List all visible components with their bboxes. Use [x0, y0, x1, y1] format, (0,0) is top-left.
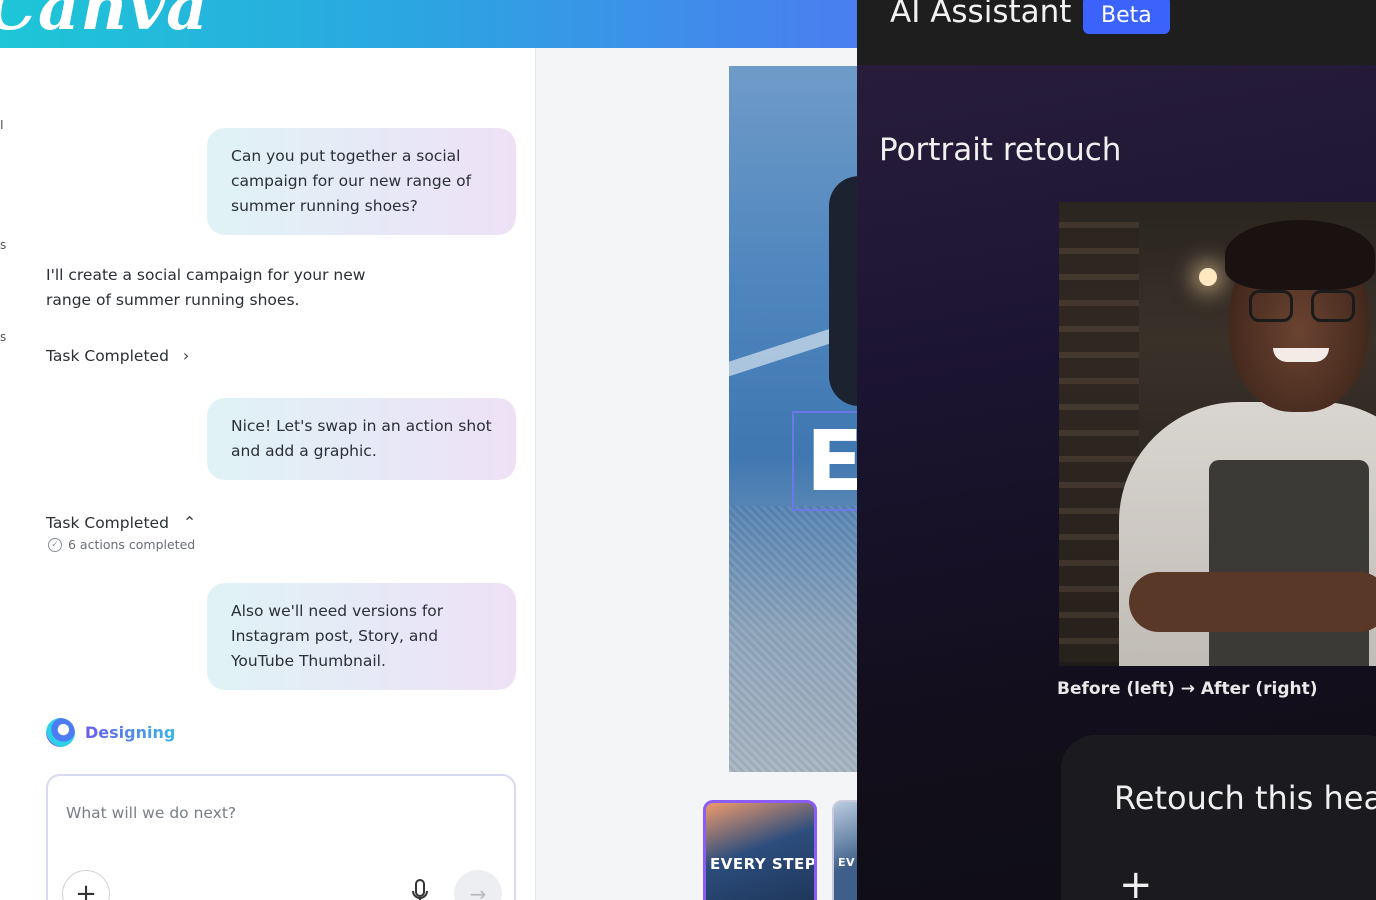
- check-circle-icon: ✓: [48, 537, 62, 552]
- thumbnail-title: EVERY STEP: [710, 855, 817, 873]
- track-texture: [729, 506, 857, 772]
- prompt-text: Retouch this head: [1114, 779, 1376, 817]
- user-message: Can you put together a social campaign f…: [207, 128, 516, 235]
- selected-text-element[interactable]: E: [792, 411, 857, 511]
- assistant-header: AI Assistant Beta: [857, 0, 1376, 65]
- portrait-image[interactable]: [1059, 202, 1376, 666]
- arrow-right-icon: →: [469, 882, 487, 900]
- chevron-up-icon: ⌃: [182, 513, 197, 532]
- designing-status-label: Designing: [85, 723, 176, 742]
- side-rail-label[interactable]: s: [0, 330, 6, 344]
- design-thumbnail[interactable]: EV: [832, 800, 857, 900]
- chat-panel: I s s Can you put together a social camp…: [0, 48, 536, 900]
- chat-prompt-input[interactable]: [66, 804, 486, 822]
- thumbnail-title: EV: [838, 856, 856, 869]
- beta-badge: Beta: [1083, 0, 1170, 34]
- side-rail-label[interactable]: s: [0, 238, 6, 252]
- chevron-right-icon: ›: [182, 346, 190, 365]
- plus-icon[interactable]: +: [1119, 865, 1153, 900]
- hair: [1225, 220, 1375, 290]
- task-actions-summary: ✓ 6 actions completed: [48, 537, 195, 552]
- assistant-prompt-card[interactable]: Retouch this head +: [1061, 735, 1376, 900]
- task-completed-label: Task Completed: [46, 513, 169, 532]
- design-thumbnail-selected[interactable]: EVERY STEP: [703, 800, 817, 900]
- actions-completed-count: 6 actions completed: [68, 537, 196, 552]
- background-light: [1199, 268, 1217, 286]
- plus-icon: +: [75, 879, 97, 900]
- task-completed-label: Task Completed: [46, 346, 169, 365]
- task-completed-toggle[interactable]: Task Completed ⌃: [46, 513, 196, 532]
- designing-status: Designing: [46, 718, 175, 747]
- canva-header: Canva: [0, 0, 857, 48]
- before-after-caption: Before (left) → After (right): [1057, 679, 1318, 699]
- section-title: Portrait retouch: [879, 132, 1122, 168]
- canva-app: Canva I s s Can you put together a socia…: [0, 0, 857, 900]
- microphone-icon[interactable]: [410, 878, 430, 900]
- user-message: Nice! Let's swap in an action shot and a…: [207, 398, 516, 480]
- smile: [1273, 348, 1329, 362]
- assistant-message: I'll create a social campaign for your n…: [46, 266, 366, 309]
- user-message: Also we'll need versions for Instagram p…: [207, 583, 516, 690]
- send-button[interactable]: →: [454, 870, 502, 900]
- adobe-ai-assistant-panel: AI Assistant Beta Portrait retouch Befor…: [857, 0, 1376, 900]
- add-attachment-button[interactable]: +: [62, 870, 110, 900]
- crossed-arms: [1129, 572, 1376, 632]
- apron: [1209, 460, 1369, 666]
- glasses: [1249, 290, 1361, 324]
- canva-ai-orb-icon: [46, 718, 75, 747]
- chat-prompt-box: + →: [46, 774, 516, 900]
- running-shoe-image: [829, 176, 857, 406]
- design-canvas-preview[interactable]: E: [729, 66, 857, 772]
- side-rail-label[interactable]: I: [0, 118, 4, 132]
- task-completed-toggle[interactable]: Task Completed ›: [46, 346, 189, 365]
- canva-logo[interactable]: Canva: [0, 0, 209, 45]
- assistant-title: AI Assistant: [890, 0, 1072, 30]
